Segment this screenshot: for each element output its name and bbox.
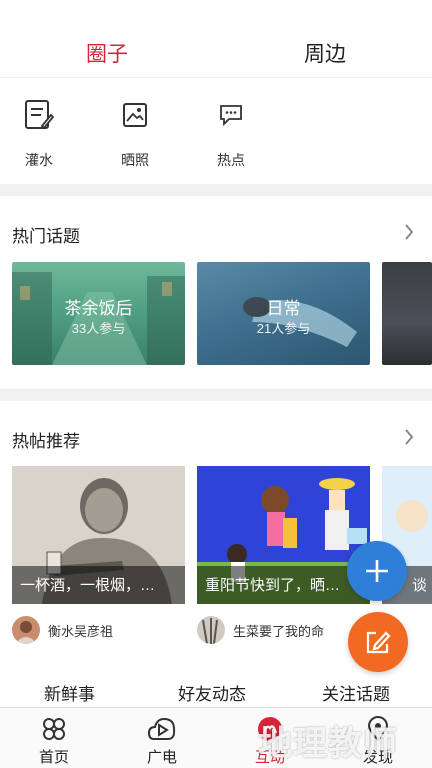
topic-name: 茶余饭后 bbox=[64, 299, 133, 318]
tab-fresh[interactable]: 新鲜事 bbox=[44, 680, 95, 705]
nav-broadcast-label: 广电 bbox=[146, 749, 177, 766]
post-author[interactable]: 衡水吴彦祖 bbox=[12, 616, 114, 644]
compose-button[interactable] bbox=[348, 612, 408, 672]
hot-posts-title: 热帖推荐 bbox=[12, 432, 80, 451]
tab-circle[interactable]: 圈子 bbox=[86, 38, 128, 68]
avatar bbox=[197, 616, 225, 644]
tab-followed-topics[interactable]: 关注话题 bbox=[322, 680, 390, 705]
add-button[interactable] bbox=[347, 541, 407, 601]
post-caption: 谈 bbox=[412, 577, 426, 594]
plus-icon bbox=[366, 560, 388, 582]
tab-nearby[interactable]: 周边 bbox=[304, 38, 346, 68]
edit-icon bbox=[366, 631, 391, 654]
post-author[interactable]: 生菜要了我的命 bbox=[197, 616, 325, 644]
quick-action-hot-label: 热点 bbox=[217, 152, 245, 168]
quick-action-post-label: 灌水 bbox=[25, 152, 53, 168]
post-caption: 一杯酒，一根烟，… bbox=[20, 577, 156, 594]
topic-card[interactable] bbox=[382, 262, 432, 365]
post-card[interactable]: 一杯酒，一根烟，… bbox=[12, 466, 185, 604]
topic-card[interactable]: 日常 21人参与 bbox=[197, 262, 370, 365]
note-edit-icon bbox=[4, 98, 74, 132]
chevron-right-icon[interactable] bbox=[404, 429, 414, 450]
photo-icon bbox=[100, 98, 170, 132]
tab-friends[interactable]: 好友动态 bbox=[178, 680, 246, 705]
section-divider bbox=[0, 389, 432, 401]
chevron-right-icon[interactable] bbox=[404, 224, 414, 245]
watermark: 地理教师 bbox=[258, 725, 398, 763]
topic-count: 21人参与 bbox=[256, 321, 311, 336]
quick-actions: 灌水 晒照 热点 bbox=[0, 78, 432, 184]
quick-action-photo[interactable]: 晒照 bbox=[100, 98, 170, 170]
quick-action-hot[interactable]: 热点 bbox=[196, 98, 266, 170]
nav-home-label: 首页 bbox=[38, 749, 69, 766]
top-tab-bar: 圈子 周边 bbox=[0, 0, 432, 78]
section-divider bbox=[0, 184, 432, 196]
chat-bubble-icon bbox=[196, 98, 266, 132]
topic-image bbox=[382, 262, 432, 365]
home-flower-icon bbox=[14, 716, 94, 742]
topic-count: 33人参与 bbox=[71, 321, 126, 336]
nav-home[interactable]: 首页 bbox=[14, 716, 94, 767]
hot-topics-title: 热门话题 bbox=[12, 227, 80, 246]
topic-card[interactable]: 茶余饭后 33人参与 bbox=[12, 262, 185, 365]
topic-name: 日常 bbox=[266, 299, 301, 318]
author-name: 衡水吴彦祖 bbox=[48, 623, 114, 639]
avatar bbox=[12, 616, 40, 644]
nav-broadcast[interactable]: 广电 bbox=[122, 716, 202, 767]
quick-action-photo-label: 晒照 bbox=[121, 152, 149, 168]
quick-action-post[interactable]: 灌水 bbox=[4, 98, 74, 170]
play-cloud-icon bbox=[122, 716, 202, 742]
author-name: 生菜要了我的命 bbox=[233, 623, 325, 639]
post-caption: 重阳节快到了，晒… bbox=[205, 577, 341, 594]
post-card[interactable]: 重阳节快到了，晒… bbox=[197, 466, 370, 604]
